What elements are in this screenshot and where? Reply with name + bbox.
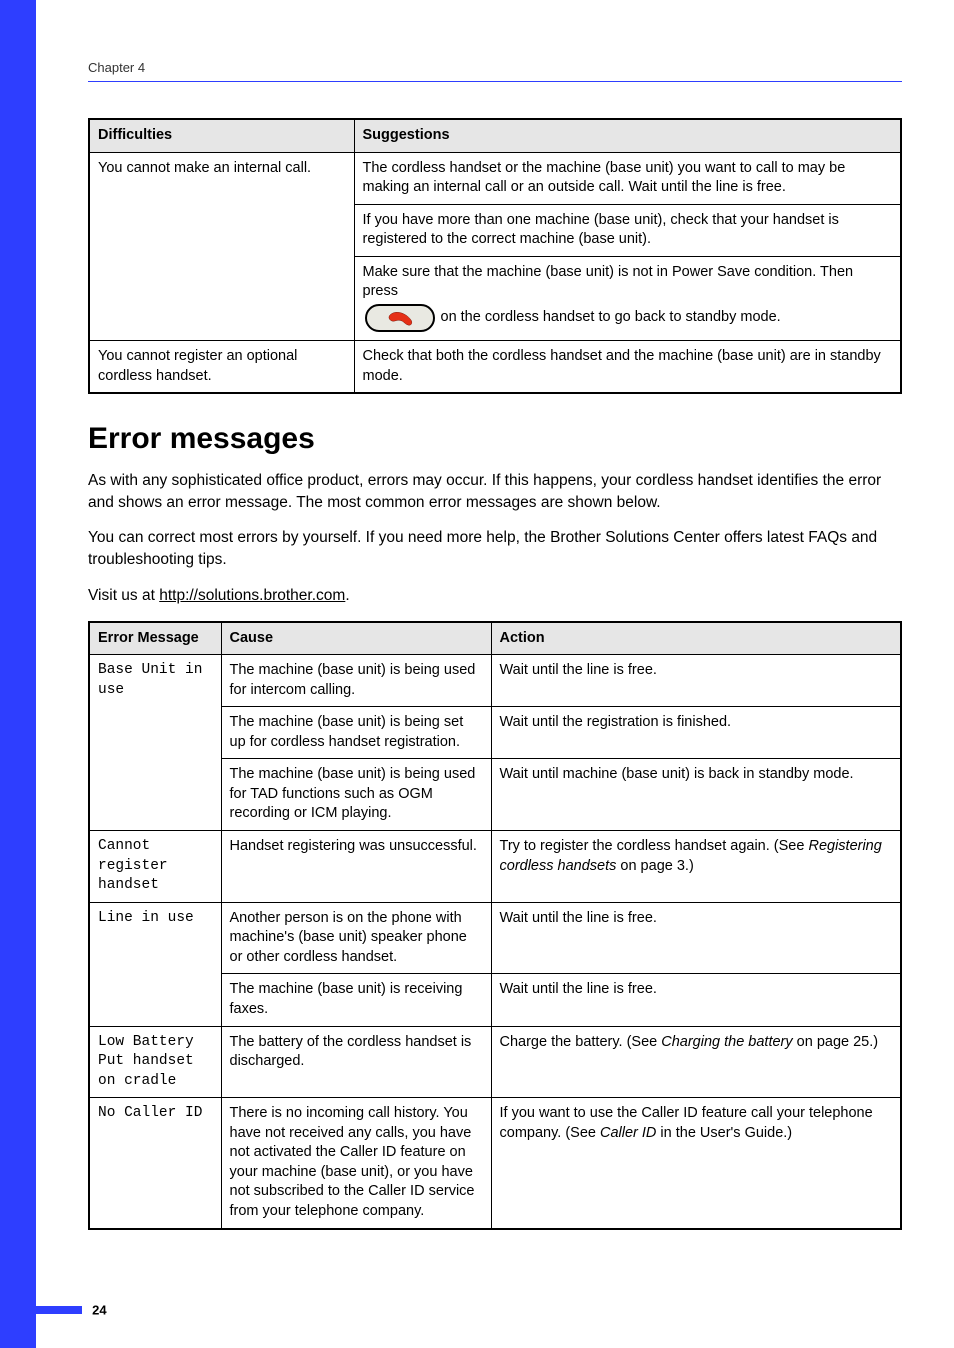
page-number: 24: [92, 1303, 106, 1318]
col-header-cause: Cause: [221, 622, 491, 655]
cell-action: Wait until the line is free.: [491, 974, 901, 1026]
cell-cause: The machine (base unit) is being set up …: [221, 707, 491, 759]
table-row: Base Unit in use The machine (base unit)…: [89, 655, 901, 707]
col-header-difficulties: Difficulties: [89, 119, 354, 152]
footer-accent-bar: [36, 1306, 82, 1314]
col-header-action: Action: [491, 622, 901, 655]
table-row: You cannot register an optional cordless…: [89, 340, 901, 393]
paragraph: You can correct most errors by yourself.…: [88, 527, 902, 570]
suggestion-text-post: on the cordless handset to go back to st…: [441, 308, 781, 328]
cell-cause: The machine (base unit) is being used fo…: [221, 759, 491, 831]
cross-ref: Caller ID: [600, 1125, 656, 1141]
header-rule: [88, 81, 902, 82]
cell-difficulty: You cannot register an optional cordless…: [89, 340, 354, 393]
col-header-suggestions: Suggestions: [354, 119, 901, 152]
cell-error: No Caller ID: [89, 1098, 221, 1229]
error-messages-table: Error Message Cause Action Base Unit in …: [88, 621, 902, 1230]
end-call-button-icon: [365, 304, 435, 332]
table-row: You cannot make an internal call. The co…: [89, 152, 901, 204]
difficulties-table: Difficulties Suggestions You cannot make…: [88, 118, 902, 394]
cell-error: Cannot register handset: [89, 831, 221, 903]
cell-cause: The machine (base unit) is receiving fax…: [221, 974, 491, 1026]
table-row: No Caller ID There is no incoming call h…: [89, 1098, 901, 1229]
page-footer: 24: [36, 1301, 107, 1318]
cell-cause: Another person is on the phone with mach…: [221, 902, 491, 974]
cell-cause: There is no incoming call history. You h…: [221, 1098, 491, 1229]
cell-suggestion: If you have more than one machine (base …: [354, 204, 901, 256]
text-pre-link: Visit us at: [88, 587, 159, 604]
cell-suggestion: Make sure that the machine (base unit) i…: [354, 256, 901, 340]
cell-difficulty: You cannot make an internal call.: [89, 152, 354, 340]
cell-action: Wait until machine (base unit) is back i…: [491, 759, 901, 831]
table-row: Line in use Another person is on the pho…: [89, 902, 901, 974]
solutions-link[interactable]: http://solutions.brother.com: [159, 587, 345, 604]
suggestion-text-pre: Make sure that the machine (base unit) i…: [363, 263, 893, 302]
cell-suggestion: The cordless handset or the machine (bas…: [354, 152, 901, 204]
page-content: Chapter 4 Difficulties Suggestions You c…: [36, 0, 954, 1348]
paragraph: Visit us at http://solutions.brother.com…: [88, 585, 902, 607]
col-header-error: Error Message: [89, 622, 221, 655]
table-header-row: Error Message Cause Action: [89, 622, 901, 655]
section-heading: Error messages: [88, 422, 902, 456]
paragraph: As with any sophisticated office product…: [88, 470, 902, 513]
cell-action: Try to register the cordless handset aga…: [491, 831, 901, 903]
table-row: Low Battery Put handset on cradle The ba…: [89, 1026, 901, 1098]
cell-cause: The battery of the cordless handset is d…: [221, 1026, 491, 1098]
cell-action: Wait until the line is free.: [491, 902, 901, 974]
cross-ref: Charging the battery: [661, 1034, 792, 1050]
cell-suggestion: Check that both the cordless handset and…: [354, 340, 901, 393]
cell-cause: Handset registering was unsuccessful.: [221, 831, 491, 903]
cell-action: Wait until the registration is finished.: [491, 707, 901, 759]
cell-error: Line in use: [89, 902, 221, 1026]
cell-action: Wait until the line is free.: [491, 655, 901, 707]
table-header-row: Difficulties Suggestions: [89, 119, 901, 152]
left-accent-bar: [0, 0, 36, 1348]
cell-action: If you want to use the Caller ID feature…: [491, 1098, 901, 1229]
cell-error: Base Unit in use: [89, 655, 221, 831]
chapter-header: Chapter 4: [88, 60, 902, 75]
cell-cause: The machine (base unit) is being used fo…: [221, 655, 491, 707]
handset-glyph-icon: [387, 310, 417, 330]
cell-action: Charge the battery. (See Charging the ba…: [491, 1026, 901, 1098]
table-row: Cannot register handset Handset register…: [89, 831, 901, 903]
cell-error: Low Battery Put handset on cradle: [89, 1026, 221, 1098]
text-post-link: .: [345, 587, 349, 604]
